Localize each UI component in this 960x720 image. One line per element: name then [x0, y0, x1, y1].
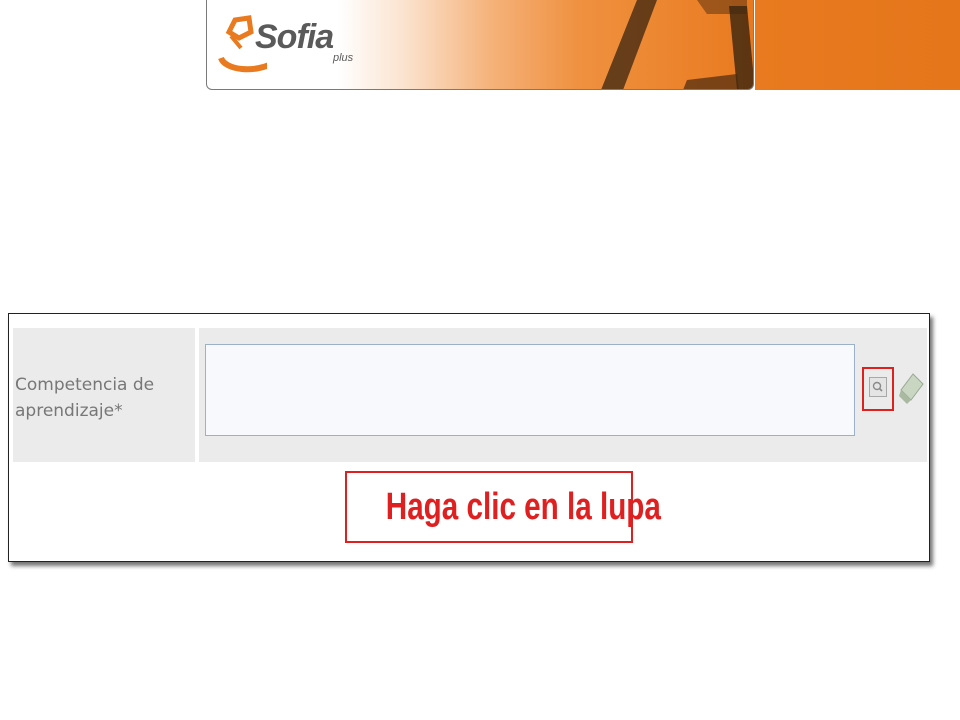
decorative-frame-graphic: [601, 0, 753, 89]
cell-separator: [195, 328, 199, 462]
instruction-callout: Haga clic en la lupa: [345, 471, 661, 543]
eraser-icon[interactable]: [899, 372, 927, 406]
competencia-textarea[interactable]: [205, 344, 855, 436]
label-cell: Competencia de aprendizaje*: [13, 328, 195, 462]
form-panel: Competencia de aprendizaje* Haga clic en…: [8, 313, 930, 562]
lupa-highlight-box: [862, 367, 894, 411]
header-banner: Sofia plus: [206, 0, 754, 90]
header-banner-fill: [755, 0, 960, 90]
form-row: Competencia de aprendizaje*: [13, 328, 927, 462]
logo-text: Sofia: [255, 18, 334, 56]
field-label: Competencia de aprendizaje*: [15, 375, 155, 421]
instruction-text: Haga clic en la lupa: [385, 486, 661, 528]
magnifier-icon[interactable]: [869, 377, 887, 397]
logo-subtext: plus: [333, 52, 354, 64]
